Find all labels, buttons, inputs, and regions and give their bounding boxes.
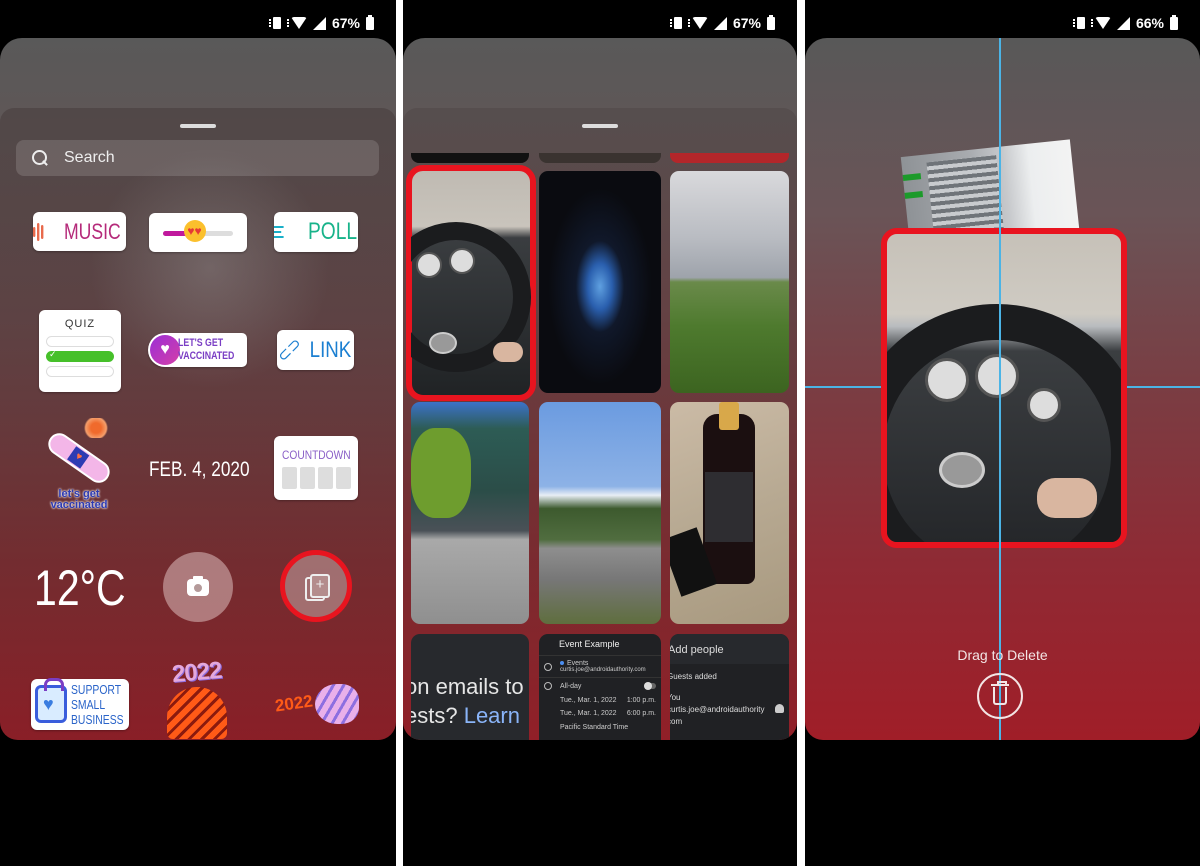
sticker-search-input[interactable]: Search [16, 140, 379, 176]
vibrate-icon [1072, 17, 1093, 29]
music-label: MUSIC [64, 218, 121, 244]
search-icon [32, 150, 48, 166]
photo-thumbnail-selected[interactable] [406, 165, 536, 401]
vertical-alignment-guide [999, 38, 1001, 740]
photo-thumbnail[interactable] [539, 402, 661, 624]
link-sticker[interactable]: ⊂⊃ LINK [274, 330, 354, 370]
story-canvas: Search MUSIC ♥♥ POLL QUIZ ♥ LET'S GET VA… [0, 38, 396, 740]
signal-icon [1116, 16, 1130, 30]
tiger-2022-sticker[interactable]: 2022 [157, 657, 237, 740]
wifi-icon [290, 17, 307, 29]
link-icon: ⊂⊃ [274, 334, 306, 366]
trash-icon [991, 681, 1009, 705]
horizontal-alignment-guide [805, 386, 881, 388]
photo-grid: on emails to ests? Learn Event Example E… [403, 38, 797, 740]
status-bar: 66% [805, 0, 1200, 38]
emoji-slider-sticker[interactable]: ♥♥ [149, 213, 247, 252]
all-day-toggle [644, 682, 656, 690]
lets-get-vaccinated-sticker[interactable]: ♥ LET'S GET VACCINATED [148, 333, 247, 367]
tiger-icon [167, 687, 227, 739]
sheet-drag-handle[interactable] [180, 124, 216, 128]
photo-sticker-dragging[interactable] [881, 228, 1127, 548]
signal-icon [713, 16, 727, 30]
battery-icon [767, 14, 775, 30]
add-from-gallery-icon [305, 574, 330, 601]
photo-thumbnail[interactable] [539, 171, 661, 393]
heart-eyes-emoji-icon: ♥♥ [183, 220, 206, 242]
vibrate-icon [268, 17, 289, 29]
quiz-label: QUIZ [64, 318, 96, 330]
flower-icon [82, 418, 110, 438]
quiz-sticker[interactable]: QUIZ [39, 310, 121, 392]
check-icon [46, 349, 114, 362]
bandaid-vaccinated-sticker[interactable]: let's get vaccinated [38, 418, 120, 514]
search-placeholder: Search [64, 149, 115, 166]
horizontal-alignment-guide [1127, 386, 1200, 388]
sticker-tray-panel: 67% Search MUSIC ♥♥ POLL QUIZ ✓ ♥ LET'S … [0, 0, 396, 866]
wifi-icon [691, 17, 708, 29]
poll-lines-icon [274, 226, 297, 238]
poll-label: POLL [308, 218, 358, 245]
battery-percent: 67% [732, 15, 761, 31]
roaring-tiger-2022-sticker[interactable]: 2022 [272, 674, 362, 734]
calendar-icon [544, 662, 552, 671]
battery-percent: 66% [1135, 15, 1164, 31]
story-canvas: on emails to ests? Learn Event Example E… [403, 38, 797, 740]
screenshot-thumbnail[interactable]: on emails to ests? Learn [411, 634, 529, 740]
link-label: LINK [309, 337, 352, 362]
poll-sticker[interactable]: POLL [274, 212, 358, 252]
status-bar: 67% [403, 0, 797, 38]
music-sticker[interactable]: MUSIC [33, 212, 126, 251]
heart-icon: ♥ [150, 335, 180, 365]
tiger-head-icon [314, 684, 359, 724]
shopping-bag-heart-icon [35, 678, 67, 723]
camera-icon [187, 575, 209, 596]
screenshot-thumbnail[interactable]: Add people Guests added You curtis.joe@a… [670, 634, 789, 740]
add-photo-sticker-button[interactable] [280, 550, 352, 622]
camera-sticker-button[interactable] [163, 552, 233, 622]
delete-drop-zone[interactable] [977, 673, 1023, 719]
photo-thumbnail[interactable] [670, 402, 789, 624]
battery-icon [366, 14, 374, 30]
story-canvas: Drag to Delete [805, 38, 1200, 740]
support-small-business-sticker[interactable]: SUPPORT SMALL BUSINESS [31, 678, 129, 730]
story-editor-panel: 66% Drag to Delete [805, 0, 1200, 866]
status-bar: 67% [0, 0, 396, 38]
wifi-icon [1094, 17, 1111, 29]
battery-percent: 67% [331, 15, 360, 31]
battery-icon [1170, 14, 1178, 30]
photo-thumbnail[interactable] [670, 171, 789, 393]
countdown-sticker[interactable]: COUNTDOWN [274, 436, 358, 500]
person-icon [775, 704, 784, 713]
countdown-label: COUNTDOWN [281, 447, 351, 462]
temperature-sticker[interactable]: 12°C [28, 560, 132, 616]
vibrate-icon [669, 17, 690, 29]
photo-thumbnail[interactable] [411, 402, 529, 624]
drag-to-delete-label: Drag to Delete [957, 647, 1048, 663]
clock-icon [544, 682, 552, 690]
signal-icon [312, 16, 326, 30]
screenshot-thumbnail[interactable]: Event Example Events curtis.joe@androida… [539, 634, 661, 740]
music-bars-icon [33, 222, 55, 241]
date-sticker[interactable]: FEB. 4, 2020 [140, 455, 258, 485]
photo-picker-panel: 67% on emails to ests? Learn Event Examp… [403, 0, 797, 866]
